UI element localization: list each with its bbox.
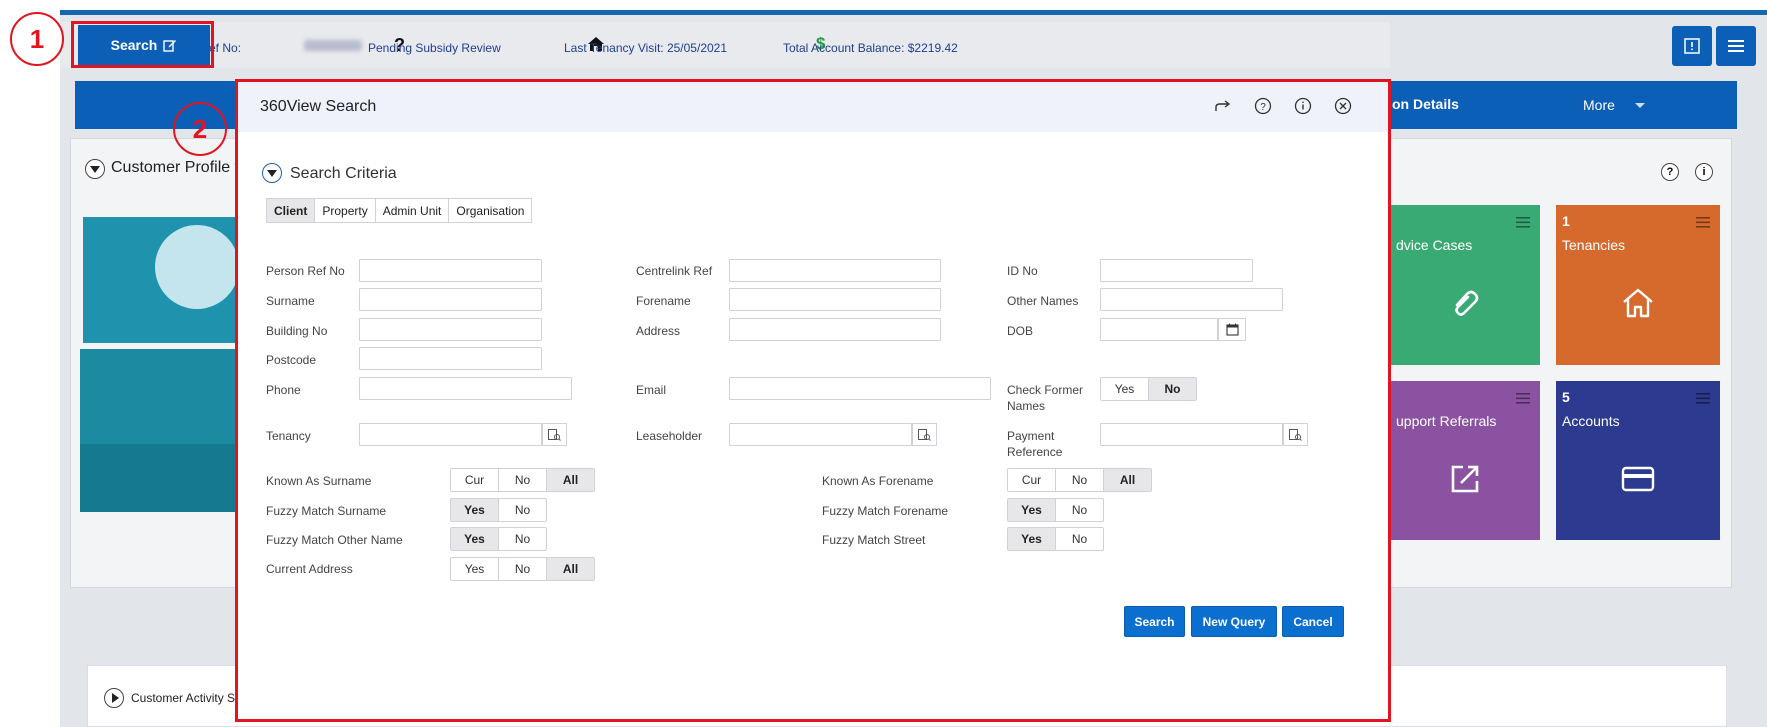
- expand-toggle[interactable]: [104, 688, 124, 708]
- tile-label: upport Referrals: [1396, 413, 1497, 429]
- tile-label: Tenancies: [1562, 237, 1626, 253]
- hamburger-icon: [1728, 40, 1744, 52]
- total-account-balance: Total Account Balance: $2219.42: [783, 41, 958, 55]
- caret-right-icon: [111, 693, 119, 703]
- customer-name-card: [80, 349, 253, 512]
- customer-summary-bar: ef No: ? Pending Subsidy Review Last Ten…: [60, 22, 1390, 68]
- summary-tile[interactable]: dvice Cases: [1390, 205, 1540, 365]
- camera-icon[interactable]: [155, 225, 239, 309]
- annotation-highlight-dialog: [235, 79, 1391, 722]
- top-accent-line: [60, 10, 1767, 15]
- photo-area: [83, 217, 253, 343]
- tile-count: 1: [1562, 213, 1570, 229]
- nav-item-more[interactable]: More: [1583, 97, 1615, 113]
- paperclip-icon: [1447, 285, 1483, 326]
- tile-count: 5: [1562, 389, 1570, 405]
- annotation-step-2: 2: [173, 102, 227, 156]
- alert-button[interactable]: [1672, 26, 1712, 66]
- annotation-step-1: 1: [10, 12, 64, 66]
- summary-tile[interactable]: 1 Tenancies: [1556, 205, 1720, 365]
- customer-name-redacted: [80, 444, 253, 512]
- info-icon[interactable]: i: [1695, 163, 1713, 181]
- tile-menu-icon[interactable]: [1696, 393, 1710, 404]
- credit-card-icon: [1620, 461, 1656, 502]
- annotation-highlight-search: [71, 21, 214, 68]
- last-tenancy-visit: Last Tenancy Visit: 25/05/2021: [564, 41, 728, 55]
- tile-label: dvice Cases: [1396, 237, 1473, 253]
- home-icon: [1620, 285, 1656, 326]
- activity-title: Customer Activity Se: [131, 691, 242, 705]
- app-screen: ef No: ? Pending Subsidy Review Last Ten…: [0, 0, 1767, 727]
- tile-label: Accounts: [1562, 413, 1620, 429]
- caret-down-icon: [90, 165, 100, 173]
- help-icon[interactable]: ?: [1661, 163, 1679, 181]
- profile-title: Customer Profile f: [111, 159, 240, 176]
- nav-item-details[interactable]: on Details: [1392, 96, 1459, 112]
- tile-menu-icon[interactable]: [1696, 217, 1710, 228]
- subsidy-status[interactable]: Pending Subsidy Review: [368, 41, 501, 55]
- tile-menu-icon[interactable]: [1516, 217, 1530, 228]
- menu-button[interactable]: [1716, 26, 1756, 66]
- chevron-down-icon: [1635, 103, 1645, 108]
- tile-menu-icon[interactable]: [1516, 393, 1530, 404]
- summary-tile[interactable]: 5 Accounts: [1556, 381, 1720, 540]
- alert-icon: [1684, 38, 1700, 54]
- collapse-toggle[interactable]: [85, 159, 105, 179]
- external-link-icon: [1447, 461, 1483, 502]
- summary-tile[interactable]: upport Referrals: [1390, 381, 1540, 540]
- ref-number-redacted: [304, 40, 362, 51]
